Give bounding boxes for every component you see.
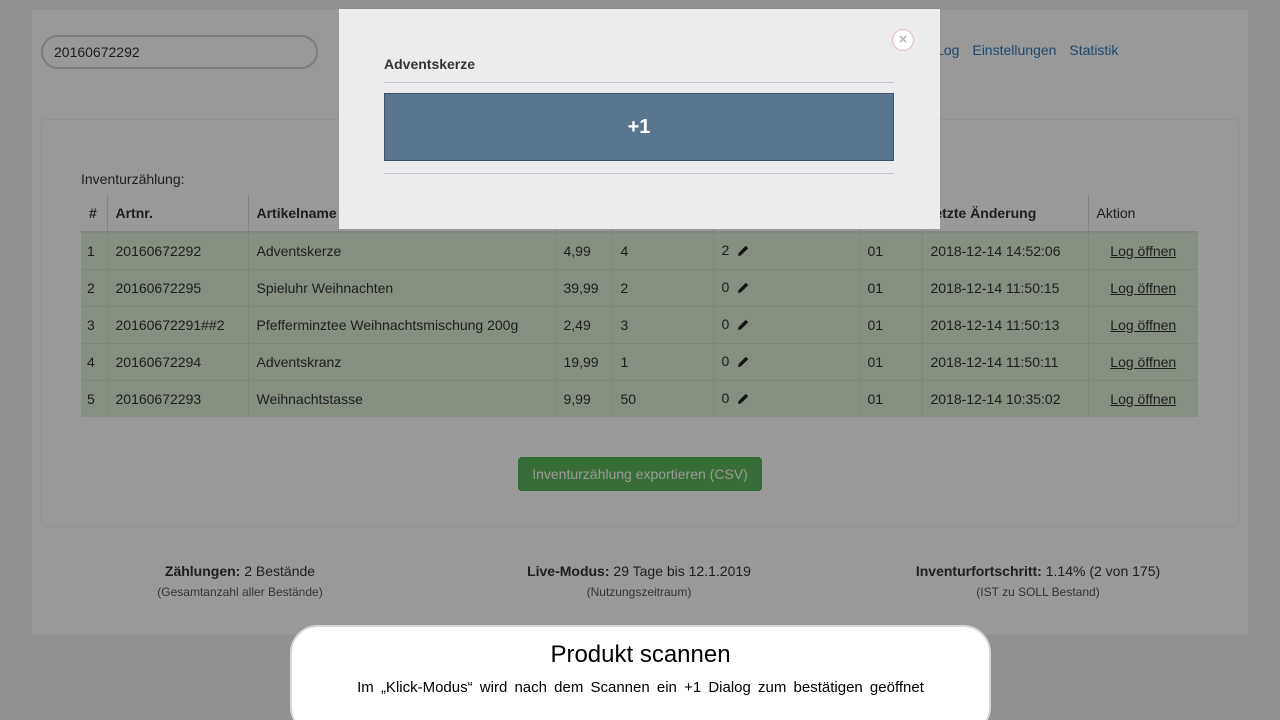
- close-icon[interactable]: ×: [892, 29, 914, 51]
- dialog-title: Adventskerze: [384, 56, 476, 72]
- dialog-divider: [384, 173, 894, 174]
- dialog-divider: [384, 82, 894, 83]
- callout-text: Im „Klick-Modus“ wird nach dem Scannen e…: [357, 679, 924, 696]
- annotation-callout: Produkt scannen Im „Klick-Modus“ wird na…: [290, 625, 991, 720]
- callout-title: Produkt scannen: [550, 641, 731, 668]
- plus-one-button[interactable]: +1: [384, 93, 894, 161]
